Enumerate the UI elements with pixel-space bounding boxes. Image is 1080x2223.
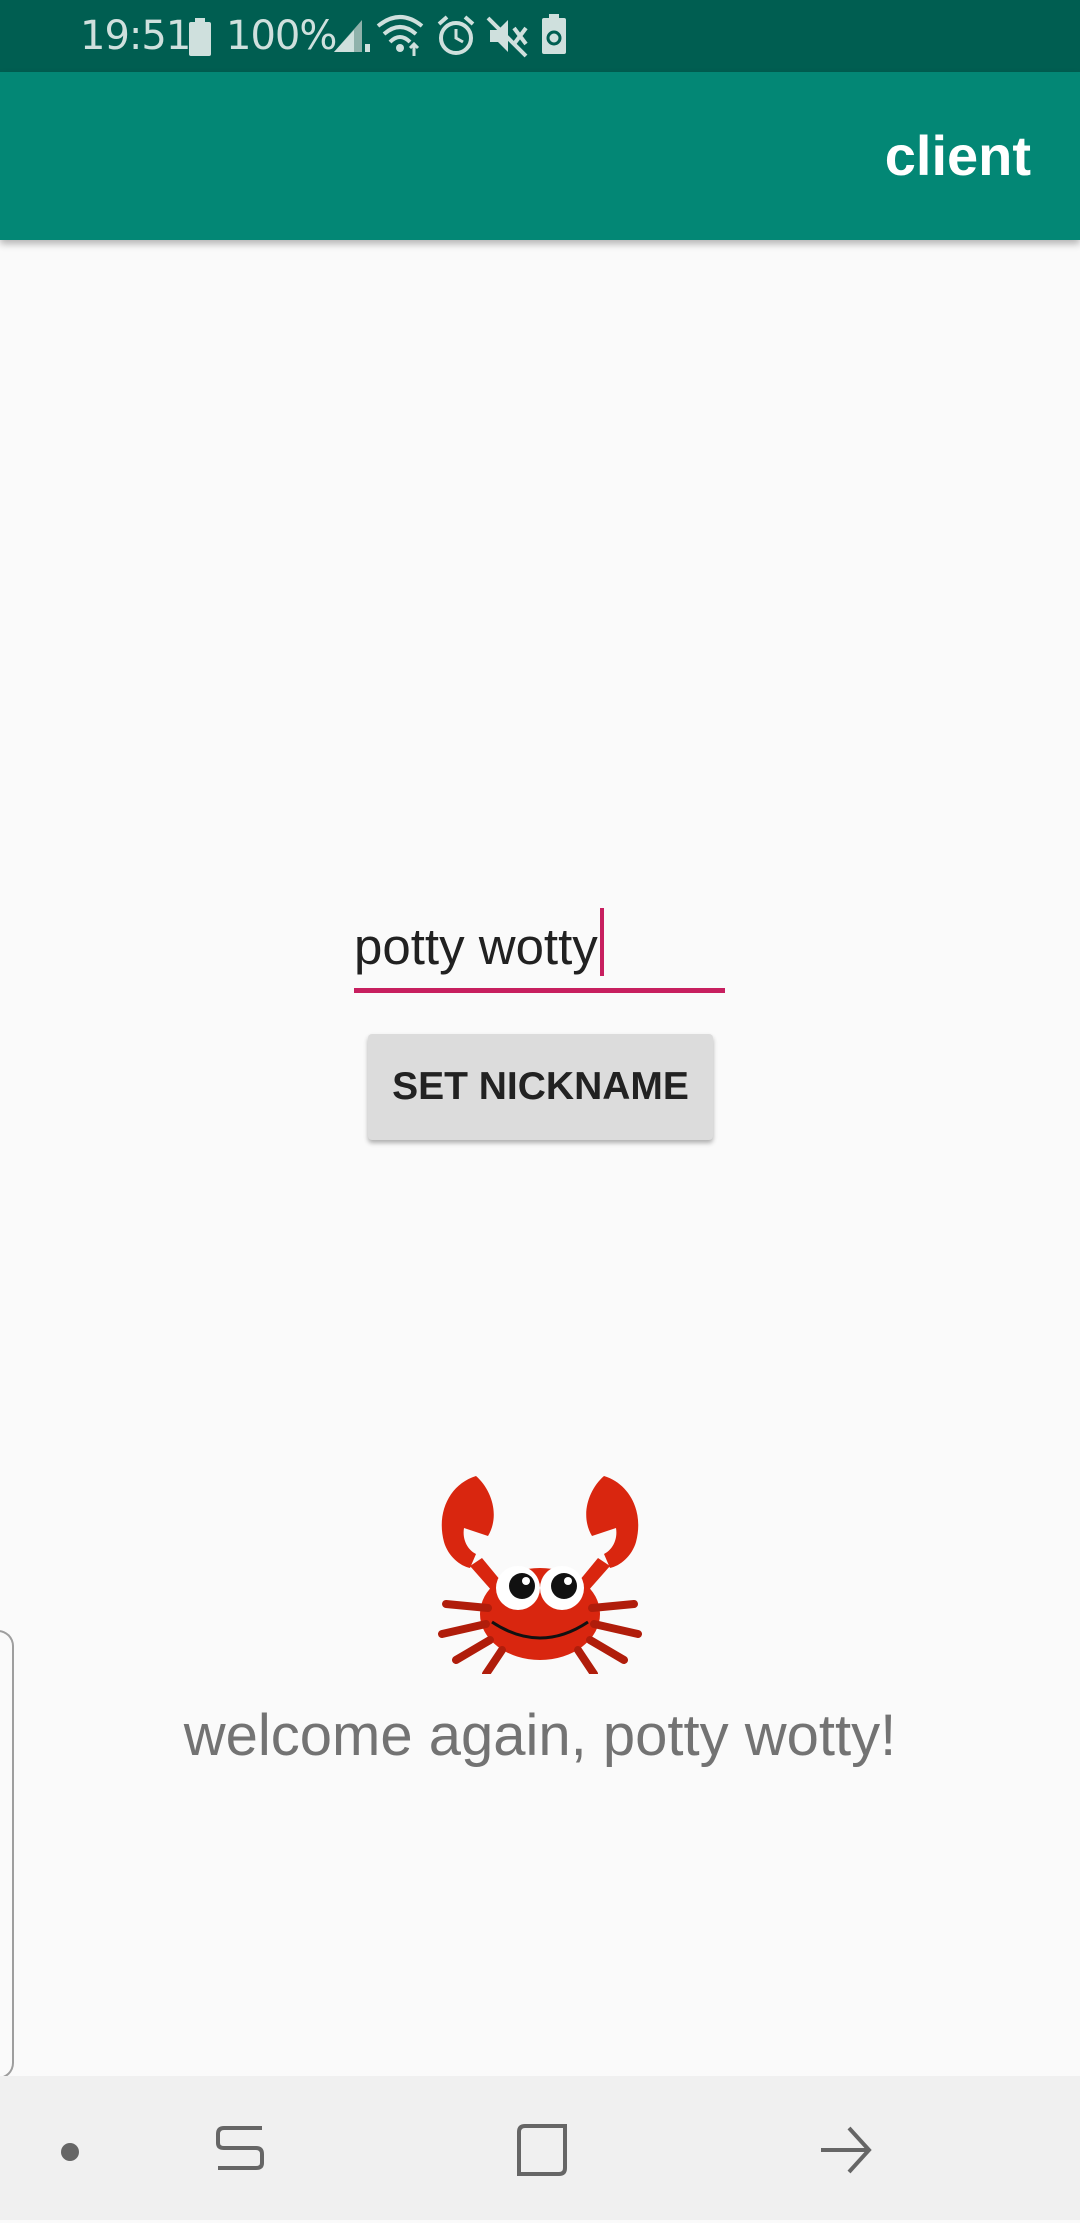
edge-panel-handle[interactable] — [0, 1630, 14, 2079]
crab-icon — [438, 1476, 642, 1674]
wifi-icon — [376, 15, 424, 56]
back-icon — [821, 2126, 872, 2174]
status-battery-percent: 100% — [226, 13, 337, 59]
nickname-input[interactable]: potty wotty — [354, 906, 725, 996]
app-bar: client — [0, 72, 1080, 240]
set-nickname-button[interactable]: SET NICKNAME — [368, 1034, 713, 1140]
text-cursor — [599, 908, 604, 976]
battery-saver-icon — [542, 14, 566, 54]
recent-apps-icon — [216, 2126, 264, 2170]
navigation-bar — [0, 2076, 1080, 2220]
nav-dot-button[interactable] — [40, 2076, 100, 2220]
dot-icon — [61, 2143, 79, 2161]
nickname-input-underline — [354, 988, 725, 993]
home-button[interactable] — [490, 2076, 590, 2220]
nickname-text: potty wotty — [354, 918, 598, 975]
status-bar: 19:51 100% — [0, 0, 1080, 72]
mute-icon — [486, 16, 528, 58]
welcome-message: welcome again, potty wotty! — [183, 1703, 897, 1768]
app-title: client — [884, 124, 1031, 187]
recent-apps-button[interactable] — [190, 2076, 290, 2220]
back-button[interactable] — [795, 2076, 895, 2220]
signal-icon — [334, 20, 370, 52]
home-icon — [517, 2124, 567, 2176]
nickname-input-value[interactable]: potty wotty — [354, 908, 604, 979]
alarm-icon — [437, 15, 475, 55]
status-time: 19:51 — [80, 13, 191, 59]
battery-icon — [189, 18, 211, 56]
